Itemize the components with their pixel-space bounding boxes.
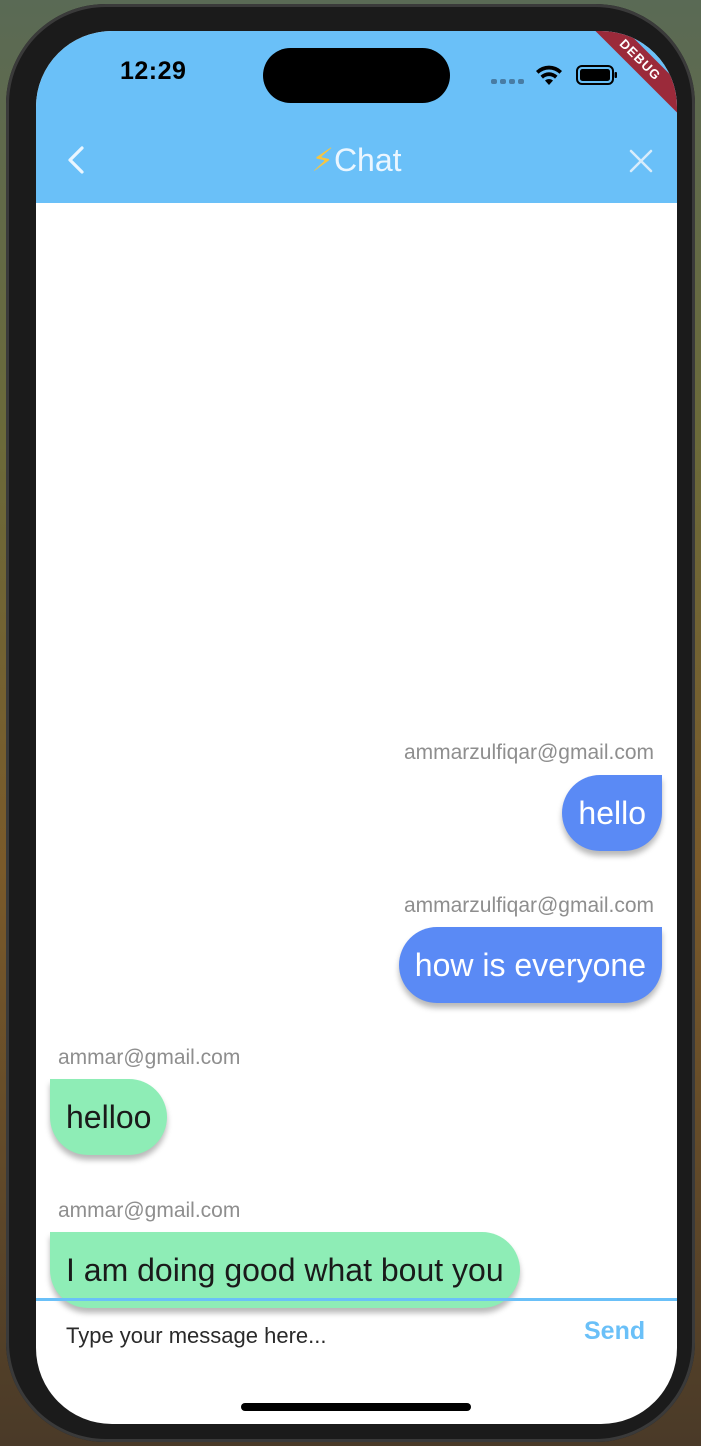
message-input[interactable] — [36, 1301, 576, 1371]
message-sender: ammar@gmail.com — [58, 1046, 241, 1069]
home-indicator[interactable] — [241, 1403, 471, 1411]
dynamic-island — [263, 48, 450, 103]
page-title: ⚡Chat — [36, 141, 677, 179]
close-icon[interactable] — [629, 149, 653, 173]
app-bar: 12:29 DEBUG ⚡Chat — [36, 31, 677, 203]
send-button[interactable]: Send — [584, 1317, 645, 1346]
message-bubble-received: helloo — [50, 1079, 168, 1155]
message-bubble-received: I am doing good what bout you — [50, 1232, 520, 1308]
cellular-signal-icon — [491, 79, 525, 85]
message-sender: ammar@gmail.com — [58, 1199, 241, 1222]
app-screen: 12:29 DEBUG ⚡Chat ammarzulfiqar@gmail.co… — [36, 31, 677, 1424]
message-sender: ammarzulfiqar@gmail.com — [403, 894, 654, 917]
wifi-icon — [536, 65, 562, 85]
page-title-text: Chat — [333, 142, 402, 178]
message-bubble-sent: how is everyone — [398, 927, 662, 1003]
message-sender: ammarzulfiqar@gmail.com — [403, 741, 654, 764]
battery-icon — [576, 65, 617, 85]
lightning-icon: ⚡ — [311, 142, 334, 178]
message-bubble-sent: hello — [562, 775, 662, 851]
phone-frame: 12:29 DEBUG ⚡Chat ammarzulfiqar@gmail.co… — [6, 4, 695, 1442]
message-list[interactable]: ammarzulfiqar@gmail.com hello ammarzulfi… — [36, 203, 677, 1308]
status-time: 12:29 — [120, 57, 187, 85]
